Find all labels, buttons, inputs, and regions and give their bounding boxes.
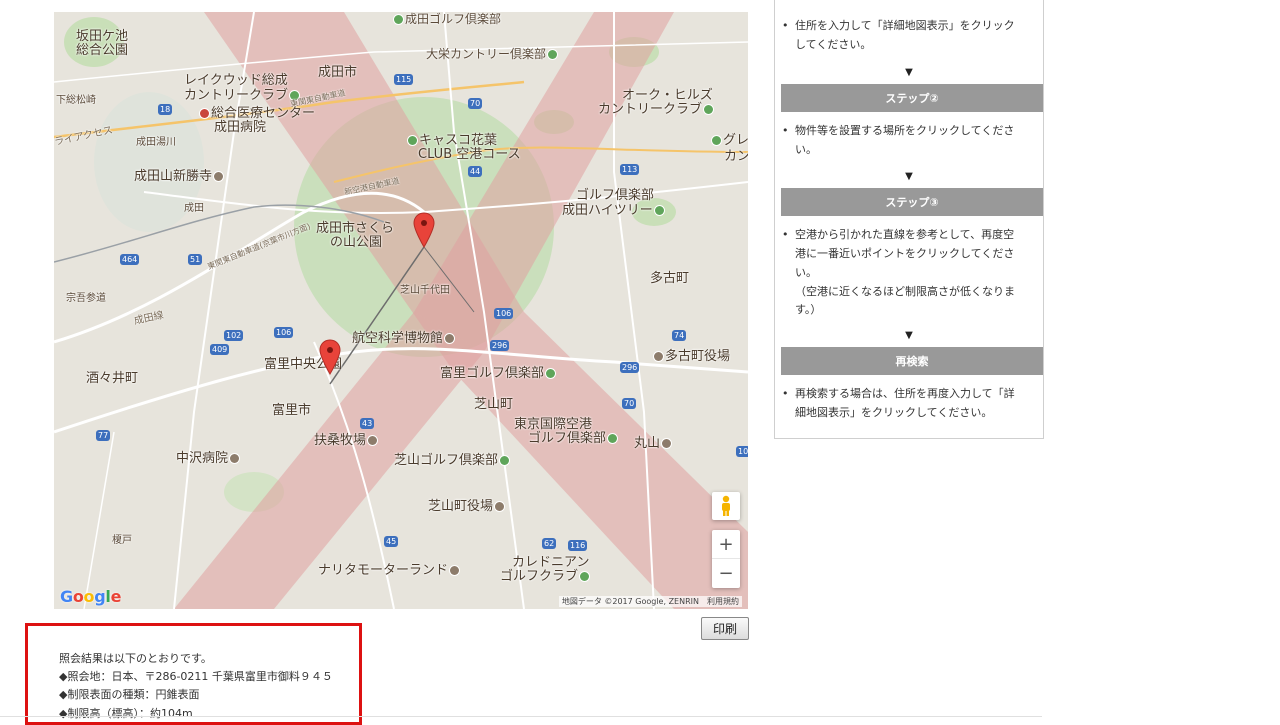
map-label: ゴルフ倶楽部 <box>528 432 619 446</box>
map-label: 芝山ゴルフ倶楽部 <box>394 454 511 468</box>
step1-instruction-cont: してください。 <box>795 38 872 51</box>
map-label: カントリークラブ <box>184 89 301 103</box>
route-shield: 296 <box>490 340 510 351</box>
route-shield: 464 <box>120 254 140 265</box>
step3-instruction: • 空港から引かれた直線を参考として、再度空 <box>782 228 1015 241</box>
map-label: 扶桑牧場 <box>314 434 379 448</box>
attribution-text: 地図データ ©2017 Google, ZENRIN <box>561 597 699 606</box>
map-label: 東京国際空港 <box>514 417 593 432</box>
map-label: オーク・ヒルズ <box>622 88 713 103</box>
route-shield: 10 <box>736 446 748 457</box>
street-view-pegman-icon[interactable] <box>712 492 740 520</box>
map-marker-icon[interactable] <box>413 212 435 248</box>
route-shield: 45 <box>384 536 399 547</box>
research-instruction-cont: 細地図表示」をクリックしてください。 <box>795 406 993 419</box>
map-label: の山公園 <box>330 235 383 250</box>
route-shield: 77 <box>96 430 111 441</box>
route-shield: 102 <box>224 330 244 341</box>
map-label: 成田ゴルフ倶楽部 <box>392 12 501 26</box>
route-shield: 409 <box>210 344 230 355</box>
map-label: 成田市さくら <box>316 221 395 236</box>
google-logo: Google <box>60 587 122 606</box>
map-label: カントリークラブ <box>598 103 715 117</box>
map-label: キャスコ花葉 <box>406 134 497 148</box>
research-instruction: • 再検索する場合は、住所を再度入力して「詳 <box>782 387 1015 400</box>
map-label: 多古町役場 <box>652 350 730 364</box>
map-label: 成田山新勝寺 <box>134 170 225 184</box>
zoom-in-button[interactable]: + <box>712 530 740 559</box>
map-label: 丸山 <box>634 437 673 451</box>
map-label: 成田市 <box>318 65 358 80</box>
map-label: 成田 <box>184 203 204 214</box>
step3-header: ステップ③ <box>781 188 1043 216</box>
step1-instruction: • 住所を入力して「詳細地図表示」をクリック <box>782 19 1015 32</box>
result-location: ◆照会地：日本、〒286-0211 千葉県富里市御料９４５ <box>59 670 333 683</box>
map-label: 成田ハイツリー <box>562 204 666 218</box>
map-label: ゴルフ倶楽部 <box>576 188 655 203</box>
map-label: 宗吾参道 <box>66 293 106 304</box>
result-height-limit: ◆制限高（標高）：約104m <box>59 707 193 720</box>
map-label: カレドニアン <box>512 555 590 570</box>
map-label: 酒々井町 <box>86 371 139 386</box>
zoom-control: + − <box>712 530 740 588</box>
step3-instruction-cont: 港に一番近いポイントをクリックしてくださ <box>795 247 1015 260</box>
map-label: 榎戸 <box>112 535 132 546</box>
map-marker-icon[interactable] <box>319 339 341 375</box>
map-label: 下総松崎 <box>56 95 96 106</box>
map-attribution: 地図データ ©2017 Google, ZENRIN 利用規約 <box>558 596 742 607</box>
route-shield: 106 <box>274 327 294 338</box>
map-label: 芝山町 <box>474 397 514 412</box>
down-arrow-icon: ▼ <box>905 171 913 182</box>
route-shield: 113 <box>620 164 640 175</box>
route-shield: 43 <box>360 418 375 429</box>
terms-link[interactable]: 利用規約 <box>707 597 739 606</box>
map-label: 成田病院 <box>214 120 267 135</box>
down-arrow-icon: ▼ <box>905 67 913 78</box>
print-button[interactable]: 印刷 <box>701 617 749 640</box>
route-shield: 74 <box>672 330 687 341</box>
map-view[interactable]: 成田ゴルフ倶楽部 坂田ケ池 総合公園 成田市 大栄カントリー倶楽部 レイクウッド… <box>54 12 748 609</box>
step3-instruction-note-cont: す。） <box>795 303 822 316</box>
step2-instruction-cont: い。 <box>795 143 817 156</box>
route-shield: 62 <box>542 538 557 549</box>
route-shield: 115 <box>394 74 414 85</box>
step2-instruction: • 物件等を設置する場所をクリックしてくださ <box>782 124 1015 137</box>
map-label: 富里市 <box>272 403 312 418</box>
map-label: ナリタモーターランド <box>318 564 461 578</box>
map-label: 多古町 <box>650 271 690 286</box>
result-box: 照会結果は以下のとおりです。 ◆照会地：日本、〒286-0211 千葉県富里市御… <box>25 623 362 725</box>
map-label: 成田湯川 <box>136 137 176 148</box>
map-label: 航空科学博物館 <box>352 332 456 346</box>
divider <box>0 716 1042 717</box>
map-label: 坂田ケ池 <box>76 29 129 44</box>
map-label: 富里ゴルフ倶楽部 <box>440 367 557 381</box>
route-shield: 44 <box>468 166 483 177</box>
map-label: 芝山町役場 <box>428 500 506 514</box>
route-shield: 70 <box>622 398 637 409</box>
map-label: グレンオ <box>710 134 748 148</box>
route-shield: 106 <box>494 308 514 319</box>
zoom-out-button[interactable]: − <box>712 559 740 587</box>
map-label: 芝山千代田 <box>400 285 450 296</box>
down-arrow-icon: ▼ <box>905 330 913 341</box>
route-shield: 70 <box>468 98 483 109</box>
result-surface-type: ◆制限表面の種類：円錐表面 <box>59 688 200 701</box>
route-shield: 51 <box>188 254 203 265</box>
map-label: 大栄カントリー倶楽部 <box>426 47 559 61</box>
instruction-panel: • 住所を入力して「詳細地図表示」をクリック してください。 ▼ ステップ② • 物… <box>774 0 1044 439</box>
step3-instruction-note: （空港に近くなるほど制限高さが低くなりま <box>795 285 1015 298</box>
map-label: カントリ <box>724 149 748 164</box>
map-label: CLUB 空港コース <box>418 147 521 162</box>
map-label: 中沢病院 <box>176 452 241 466</box>
map-label: ゴルフクラブ <box>500 570 591 584</box>
result-intro: 照会結果は以下のとおりです。 <box>59 652 212 665</box>
route-shield: 116 <box>568 540 588 551</box>
step3-instruction-cont: い。 <box>795 266 817 279</box>
map-label: 総合公園 <box>76 43 129 58</box>
research-header: 再検索 <box>781 347 1043 375</box>
route-shield: 296 <box>620 362 640 373</box>
step2-header: ステップ② <box>781 84 1043 112</box>
map-label: レイクウッド総成 <box>184 73 288 88</box>
route-shield: 18 <box>158 104 173 115</box>
